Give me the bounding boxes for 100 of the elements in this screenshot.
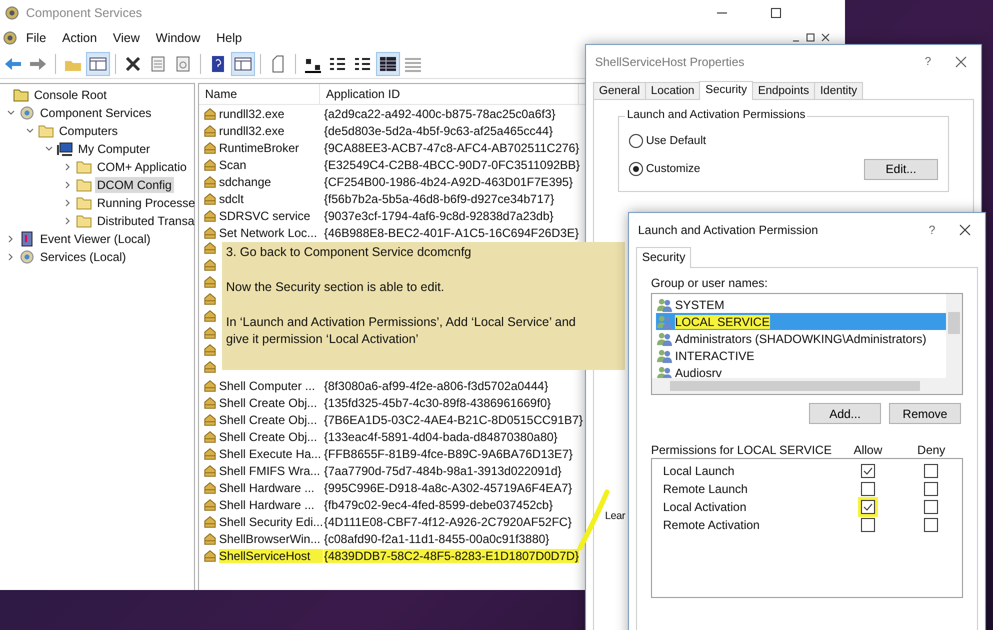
tab[interactable]: Security	[636, 247, 692, 268]
user-name: LOCAL SERVICE	[675, 314, 770, 328]
folder-icon	[38, 123, 54, 139]
user-name: SYSTEM	[675, 298, 724, 312]
package-icon	[203, 192, 217, 206]
permission-name: Remote Launch	[662, 482, 749, 496]
tree-item[interactable]: Component Services	[38, 105, 154, 121]
tree-item[interactable]: DCOM Config	[95, 177, 174, 193]
vertical-scrollbar[interactable]	[946, 294, 962, 378]
package-icon	[203, 430, 217, 444]
package-icon	[203, 226, 217, 240]
package-icon	[203, 208, 217, 222]
menu-item[interactable]: File	[18, 29, 54, 47]
app-id-cell: {fb479c02-9ec4-4fed-8599-debe037452cb}	[324, 498, 553, 512]
permission-name: Local Launch	[662, 464, 736, 478]
add-button[interactable]: Add...	[809, 403, 881, 424]
tree-item[interactable]: Running Processe	[95, 195, 198, 211]
menu-item[interactable]: Help	[208, 29, 250, 47]
name-cell-text: Shell Hardware ...	[219, 480, 316, 494]
menu-item[interactable]: Action	[54, 29, 105, 47]
users-icon	[656, 331, 673, 346]
app-id-cell: {E32549C4-C2B8-4BCC-90D7-0FC3511092BB}	[324, 158, 580, 172]
tree-item[interactable]: Event Viewer (Local)	[38, 231, 152, 247]
tree-item[interactable]: Services (Local)	[38, 249, 128, 265]
horizontal-scrollbar[interactable]	[652, 378, 962, 394]
tree-item[interactable]: My Computer	[76, 141, 152, 157]
package-icon	[203, 158, 217, 172]
note-text: 3. Go back to Component Service dcomcnfg	[226, 244, 472, 261]
app-id-cell: {4839DDB7-58C2-48F5-8283-E1D1807D0D7D}	[324, 548, 579, 562]
allow-checkbox[interactable]	[860, 518, 875, 532]
folder-icon	[76, 159, 92, 175]
name-cell-text: Shell Create Obj...	[219, 396, 318, 410]
tab[interactable]: Security	[699, 81, 753, 100]
user-name: Administrators (SHADOWKING\Administrators)	[675, 332, 926, 346]
details-icon[interactable]	[377, 53, 399, 75]
tab[interactable]: General	[593, 82, 646, 99]
app-id-cell: {133eac4f-5891-4d04-bada-d84870380a80}	[324, 430, 558, 444]
dialog-title: ShellServiceHost Properties	[595, 55, 746, 69]
partial-text: Lear	[605, 510, 626, 522]
deny-checkbox[interactable]	[924, 518, 938, 532]
app-id-cell: {46B988E8-BEC2-401F-A1C5-16C694F26D3E}	[324, 226, 579, 240]
package-icon	[203, 174, 217, 188]
gear-icon	[19, 105, 35, 121]
radio-button[interactable]	[629, 162, 643, 176]
name-cell-text: sdclt	[219, 192, 245, 206]
allow-checkbox[interactable]	[860, 482, 875, 496]
help-button[interactable]: ?	[917, 223, 947, 237]
name-cell-text: Shell Create Obj...	[219, 412, 318, 426]
deny-checkbox[interactable]	[924, 464, 938, 478]
remove-button[interactable]: Remove	[889, 403, 961, 424]
tree-item[interactable]: COM+ Applicatio	[95, 159, 189, 175]
tree-item[interactable]: Distributed Transa	[95, 213, 196, 229]
app-id-cell: {f56b7b2a-5b5a-46d8-b6f9-d927ce34b717}	[324, 192, 554, 206]
column-header: Deny	[916, 443, 946, 457]
pane-icon[interactable]	[87, 53, 109, 75]
app-id-cell: {FFB8655F-81B9-4fce-B89C-9A6BA76D13E7}	[324, 446, 573, 460]
column-header[interactable]: Name	[199, 84, 320, 104]
user-list-item[interactable]: Administrators (SHADOWKING\Administrators)	[656, 330, 954, 347]
package-icon	[203, 292, 217, 306]
package-icon	[203, 326, 217, 340]
permissions-label: Permissions for LOCAL SERVICE	[651, 443, 833, 457]
help-button[interactable]: ?	[913, 56, 943, 68]
close-icon[interactable]	[955, 56, 967, 68]
deny-checkbox[interactable]	[924, 482, 938, 496]
menu-item[interactable]: Window	[148, 29, 208, 47]
app-id-cell: {995C996E-D918-4a8c-A302-45719A6F4EA7}	[324, 480, 572, 494]
package-icon	[203, 343, 217, 357]
name-cell-text: Shell Hardware ...	[219, 498, 316, 512]
tree-item[interactable]: Computers	[57, 123, 120, 139]
name-cell: ShellServiceHost	[219, 548, 323, 562]
app-id-cell: {9037e3cf-1794-4af6-9c8d-92838d7a23db}	[324, 208, 554, 222]
package-icon	[203, 514, 217, 528]
users-icon	[656, 348, 673, 363]
app-id-cell: {7aa7790d-75d7-484b-98a1-3913d022091d}	[324, 464, 562, 478]
package-icon	[203, 309, 217, 323]
name-cell-text: rundll32.exe	[219, 124, 286, 138]
user-list-item[interactable]: INTERACTIVE	[656, 347, 954, 364]
child-window-buttons-icon[interactable]	[791, 32, 831, 44]
user-list-item[interactable]: SYSTEM	[656, 296, 954, 313]
app-id-cell: {8f3080a6-af99-4f2e-a806-f3d5702a0444}	[324, 378, 548, 392]
column-header[interactable]: Application ID	[320, 84, 579, 104]
window-title: Component Services	[26, 6, 142, 20]
name-cell-text: Shell FMIFS Wra...	[219, 464, 322, 478]
maximize-icon[interactable]	[771, 8, 781, 18]
folder-icon	[13, 87, 29, 103]
tab[interactable]: Location	[644, 82, 700, 99]
radio-label: Customize	[646, 163, 700, 175]
name-cell-text: Shell Create Obj...	[219, 430, 318, 444]
close-icon[interactable]	[959, 224, 971, 236]
menu-item[interactable]: View	[104, 29, 148, 47]
edit-button[interactable]: Edit...	[864, 158, 938, 180]
tree-item[interactable]: Console Root	[32, 87, 109, 103]
tab[interactable]: Endpoints	[752, 82, 816, 99]
package-icon	[203, 446, 217, 460]
package-icon	[203, 480, 217, 494]
tab[interactable]: Identity	[814, 82, 864, 99]
radio-button[interactable]	[629, 134, 643, 148]
package-icon	[203, 275, 217, 289]
allow-checkbox[interactable]	[860, 464, 875, 478]
deny-checkbox[interactable]	[924, 500, 938, 514]
